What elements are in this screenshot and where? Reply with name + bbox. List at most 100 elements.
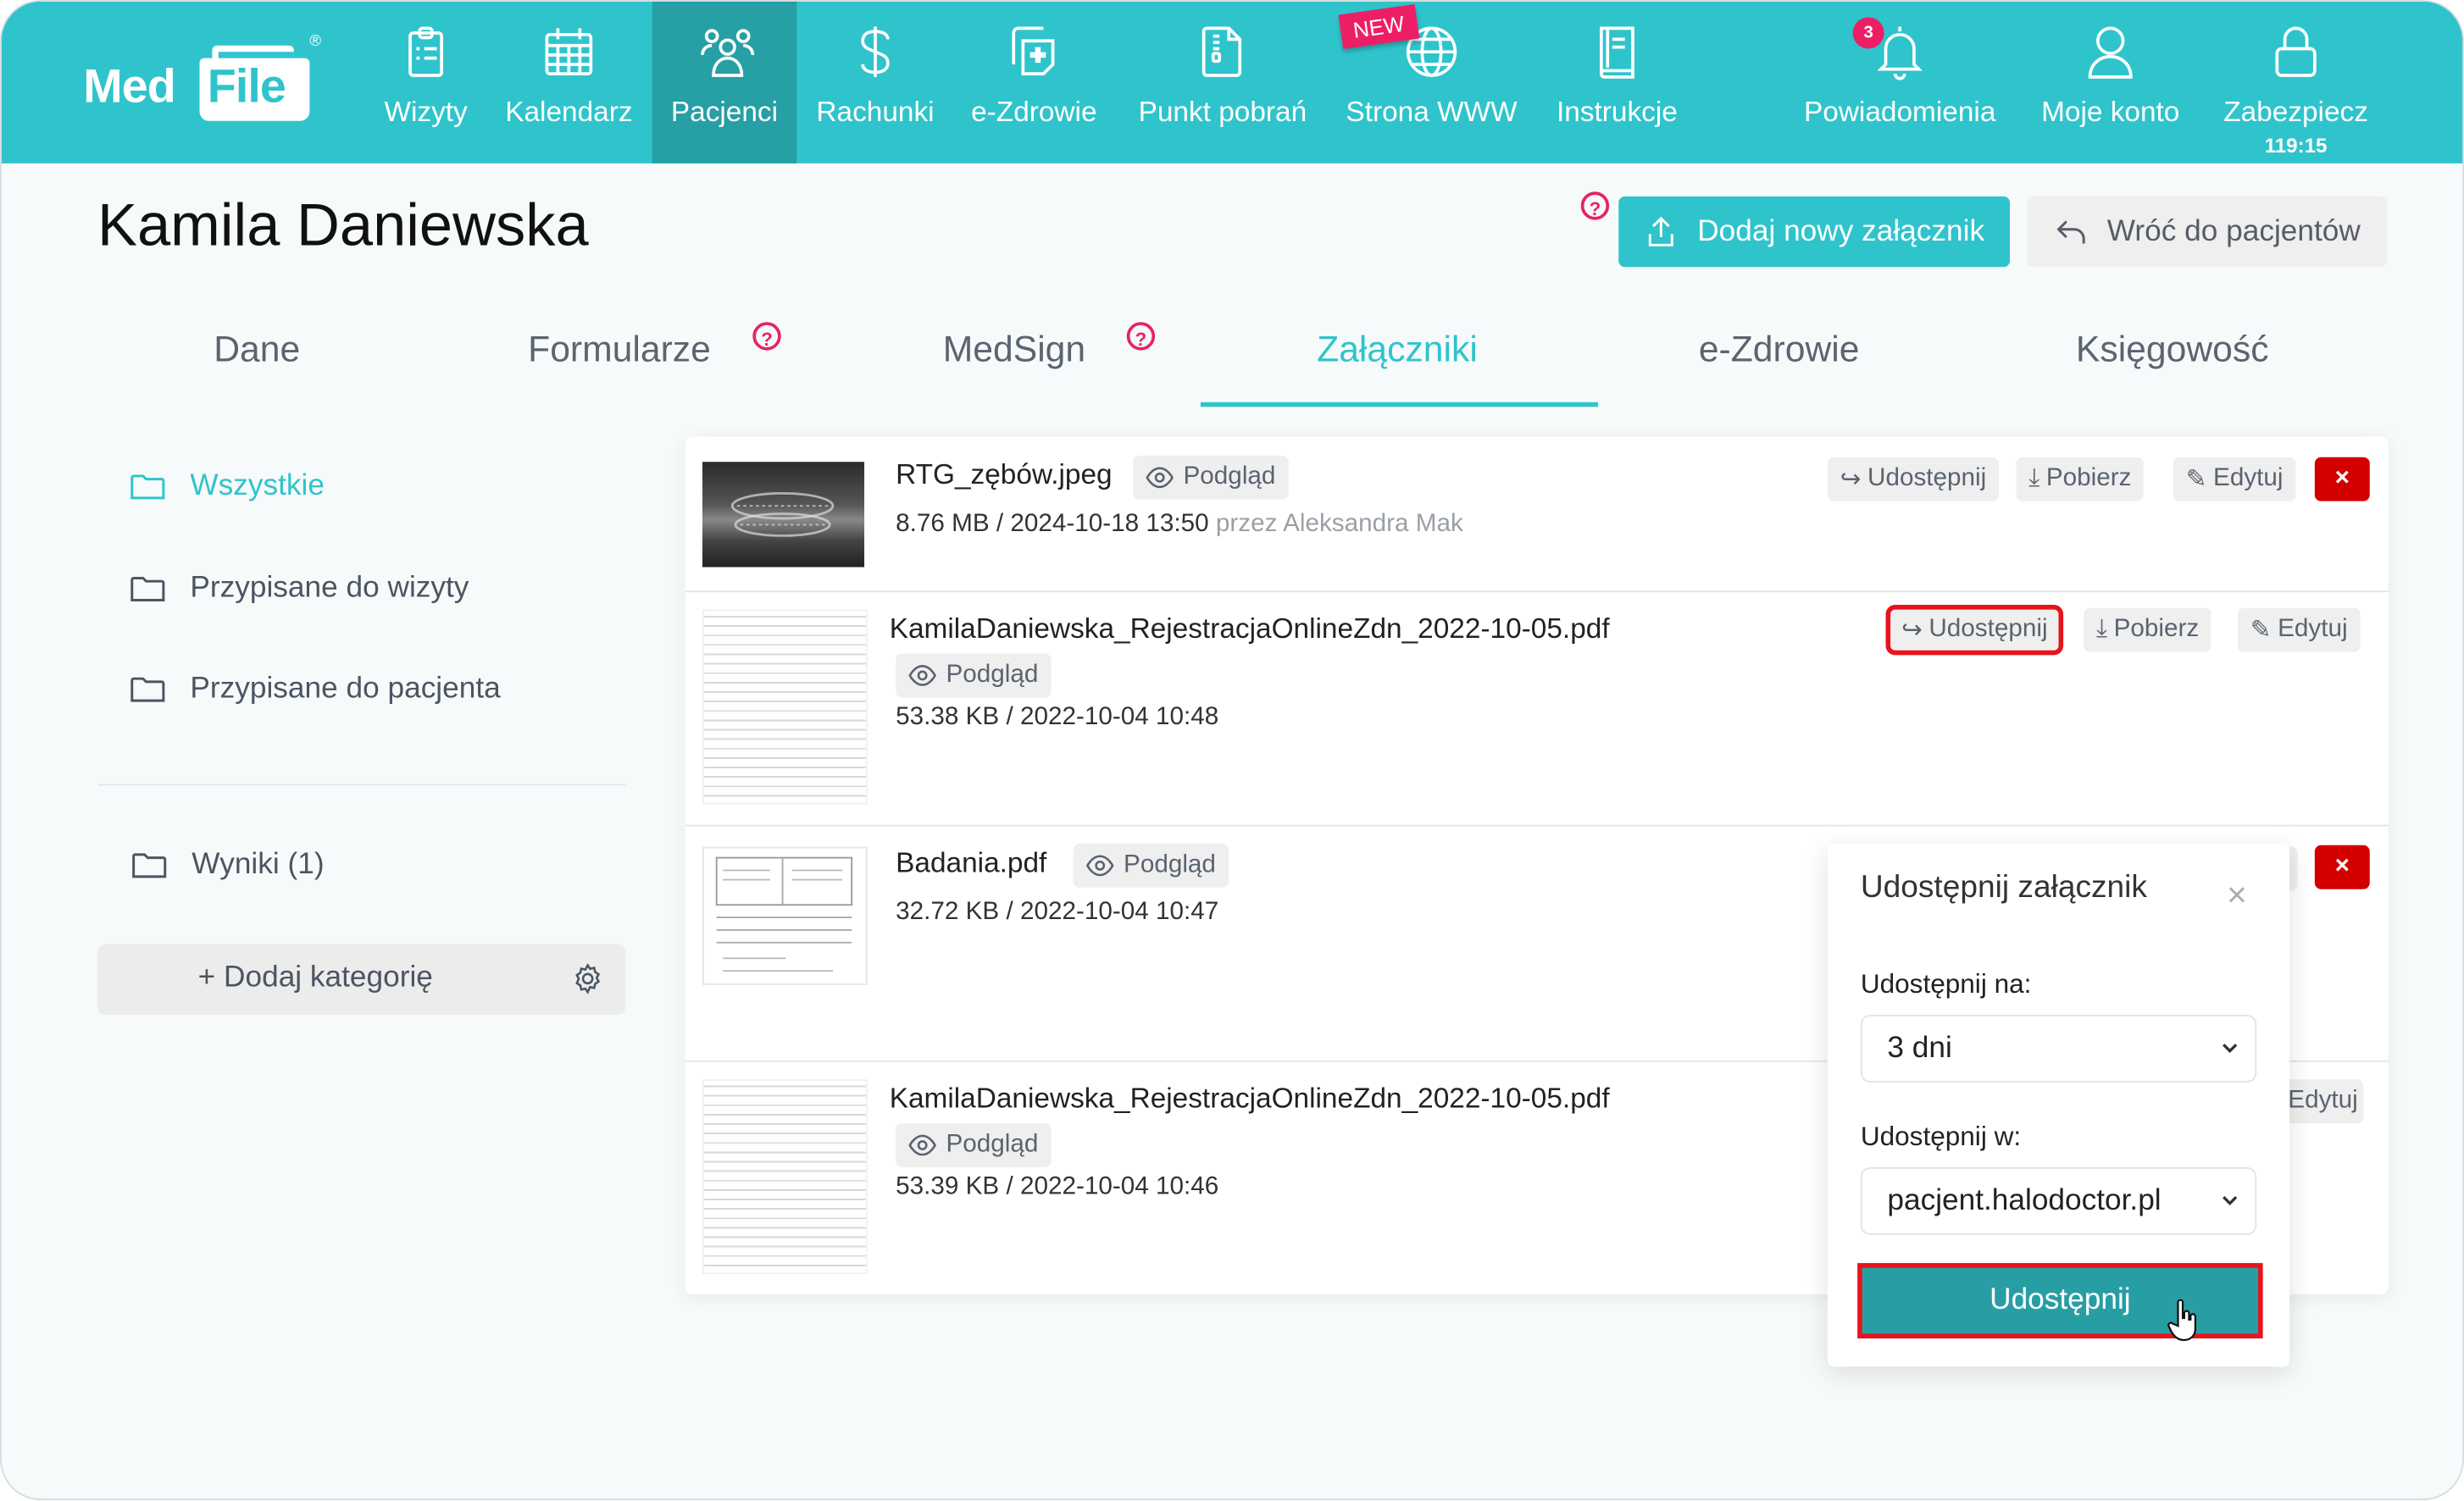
- download-label: Pobierz: [2113, 616, 2200, 643]
- pdf-thumbnail[interactable]: [702, 846, 868, 985]
- preview-button[interactable]: Podgląd: [896, 1123, 1052, 1167]
- uploaded-by: przez Aleksandra Mak: [1215, 510, 1463, 538]
- help-icon[interactable]: ?: [1580, 191, 1610, 220]
- gear-icon[interactable]: [572, 963, 603, 994]
- share-arrow-icon: ↪: [1901, 617, 1923, 645]
- xray-thumbnail[interactable]: [702, 462, 865, 568]
- pencil-icon: ✎: [2250, 617, 2272, 645]
- sidebar-item-label: Wyniki (1): [191, 848, 325, 882]
- nav-powiadomienia[interactable]: Powiadomienia: [1787, 2, 2013, 163]
- share-label: Udostępnij: [1867, 464, 1987, 492]
- sidebar-item-wyniki[interactable]: Wyniki (1): [132, 848, 325, 883]
- logo-text-file: File: [207, 61, 286, 114]
- target-label: Udostępnij w:: [1860, 1122, 2022, 1152]
- tab-zalaczniki[interactable]: Załączniki: [1317, 329, 1478, 371]
- tab-medsign[interactable]: MedSign: [943, 329, 1085, 371]
- add-attachment-button[interactable]: Dodaj nowy załącznik: [1618, 196, 2011, 268]
- duration-value: 3 dni: [1887, 1032, 1952, 1066]
- tab-formularze[interactable]: Formularze: [528, 329, 711, 371]
- preview-label: Podgląd: [946, 1131, 1039, 1158]
- document-icon: [1194, 24, 1251, 80]
- top-navigation: Med File ® Wizyty Kalendarz Pacjenci Rac…: [1, 1, 2463, 163]
- nav-label: Instrukcje: [1556, 96, 1678, 128]
- share-button[interactable]: ↪ Udostępnij: [1827, 457, 2000, 501]
- attachment-name: KamilaDaniewska_RejestracjaOnlineZdn_202…: [889, 612, 1610, 645]
- sidebar-item-label: Przypisane do wizyty: [190, 572, 469, 606]
- calendar-icon: [541, 24, 597, 80]
- nav-label: Kalendarz: [505, 96, 633, 128]
- edit-label: Edytuj: [2288, 1087, 2358, 1114]
- tab-ksiegowosc[interactable]: Księgowość: [2076, 329, 2269, 371]
- back-to-patients-button[interactable]: Wróć do pacjentów: [2027, 196, 2388, 268]
- sidebar-item-wszystkie[interactable]: Wszystkie: [130, 470, 325, 505]
- preview-button[interactable]: Podgląd: [1073, 843, 1229, 888]
- nav-label: Rachunki: [816, 96, 935, 128]
- preview-button[interactable]: Podgląd: [896, 653, 1052, 698]
- close-icon[interactable]: ×: [2227, 875, 2247, 916]
- preview-label: Podgląd: [946, 661, 1039, 689]
- download-icon: ⤓: [2096, 616, 2108, 643]
- delete-button[interactable]: ×: [2314, 457, 2370, 501]
- sidebar-item-przypisane-do-wizyty[interactable]: Przypisane do wizyty: [130, 572, 469, 606]
- add-category-button[interactable]: + Dodaj kategorię: [97, 944, 626, 1016]
- pdf-thumbnail[interactable]: [702, 609, 868, 805]
- active-tab-indicator: [1200, 402, 1599, 407]
- clipboard-icon: [397, 24, 454, 80]
- popup-title: Udostępnij załącznik: [1860, 870, 2147, 906]
- tab-dane[interactable]: Dane: [214, 329, 300, 371]
- logo-text-med: Med: [83, 61, 175, 114]
- attachment-name: Badania.pdf: [896, 846, 1047, 878]
- nav-label: Pacjenci: [670, 96, 779, 128]
- nav-label: Strona WWW: [1346, 96, 1518, 128]
- sidebar-item-przypisane-do-pacjenta[interactable]: Przypisane do pacjenta: [130, 673, 501, 707]
- nav-wizyty[interactable]: Wizyty: [368, 2, 484, 163]
- add-category-label: + Dodaj kategorię: [197, 961, 433, 994]
- target-select[interactable]: pacjent.halodoctor.pl: [1860, 1166, 2257, 1235]
- tab-e-zdrowie[interactable]: e-Zdrowie: [1699, 329, 1860, 371]
- medfile-logo[interactable]: Med File ®: [83, 32, 335, 130]
- back-label: Wróć do pacjentów: [2106, 214, 2361, 248]
- nav-e-zdrowie[interactable]: e-Zdrowie: [958, 2, 1109, 163]
- delete-button[interactable]: ×: [2314, 845, 2370, 889]
- sidebar-item-label: Przypisane do pacjenta: [190, 672, 501, 706]
- dollar-icon: [847, 24, 904, 80]
- medical-card-icon: [1006, 24, 1063, 80]
- share-attachment-popup: Udostępnij załącznik × Udostępnij na: 3 …: [1827, 843, 2290, 1367]
- download-button[interactable]: ⤓ Pobierz: [2084, 607, 2212, 652]
- nav-pacjenci[interactable]: Pacjenci: [652, 1, 797, 163]
- help-icon[interactable]: ?: [1126, 322, 1156, 351]
- share-button[interactable]: ↪ Udostępnij: [1885, 605, 2064, 656]
- share-arrow-icon: ↪: [1840, 466, 1862, 494]
- share-submit-button[interactable]: Udostępnij: [1857, 1263, 2263, 1339]
- edit-button[interactable]: ✎ Edytuj: [2237, 607, 2361, 652]
- pdf-thumbnail[interactable]: [702, 1079, 868, 1275]
- attachment-row: RTG_zębów.jpeg Podgląd 8.76 MB / 2024-10…: [685, 437, 2389, 593]
- target-value: pacjent.halodoctor.pl: [1887, 1184, 2162, 1218]
- preview-label: Podgląd: [1183, 463, 1276, 490]
- session-timer: 119:15: [2264, 133, 2328, 158]
- edit-button[interactable]: ✎ Edytuj: [2173, 457, 2296, 501]
- registered-mark: ®: [309, 32, 322, 51]
- nav-moje-konto[interactable]: Moje konto: [2026, 2, 2195, 163]
- nav-label: Punkt pobrań: [1138, 96, 1307, 128]
- duration-label: Udostępnij na:: [1860, 969, 2032, 1000]
- folder-icon: [130, 675, 165, 703]
- edit-label: Edytuj: [2278, 616, 2348, 643]
- nav-punkt-pobran[interactable]: Punkt pobrań: [1124, 2, 1322, 163]
- download-button[interactable]: ⤓ Pobierz: [2016, 457, 2145, 501]
- nav-rachunki[interactable]: Rachunki: [806, 2, 944, 163]
- pencil-icon: ✎: [2185, 466, 2207, 494]
- help-icon[interactable]: ?: [752, 322, 781, 351]
- nav-label: Moje konto: [2041, 96, 2180, 128]
- attachment-meta: 53.39 KB / 2022-10-04 10:46: [896, 1173, 1219, 1200]
- nav-zabezpiecz[interactable]: Zabezpiecz 119:15: [2208, 2, 2384, 163]
- attachment-name: KamilaDaniewska_RejestracjaOnlineZdn_202…: [889, 1082, 1610, 1114]
- nav-instrukcje[interactable]: Instrukcje: [1541, 2, 1692, 163]
- duration-select[interactable]: 3 dni: [1860, 1015, 2257, 1083]
- eye-icon: [1146, 467, 1174, 489]
- app-window: Med File ® Wizyty Kalendarz Pacjenci Rac…: [0, 0, 2464, 1501]
- nav-kalendarz[interactable]: Kalendarz: [493, 2, 644, 163]
- nav-label: Wizyty: [384, 96, 468, 128]
- book-icon: [1589, 24, 1645, 80]
- preview-button[interactable]: Podgląd: [1133, 455, 1289, 500]
